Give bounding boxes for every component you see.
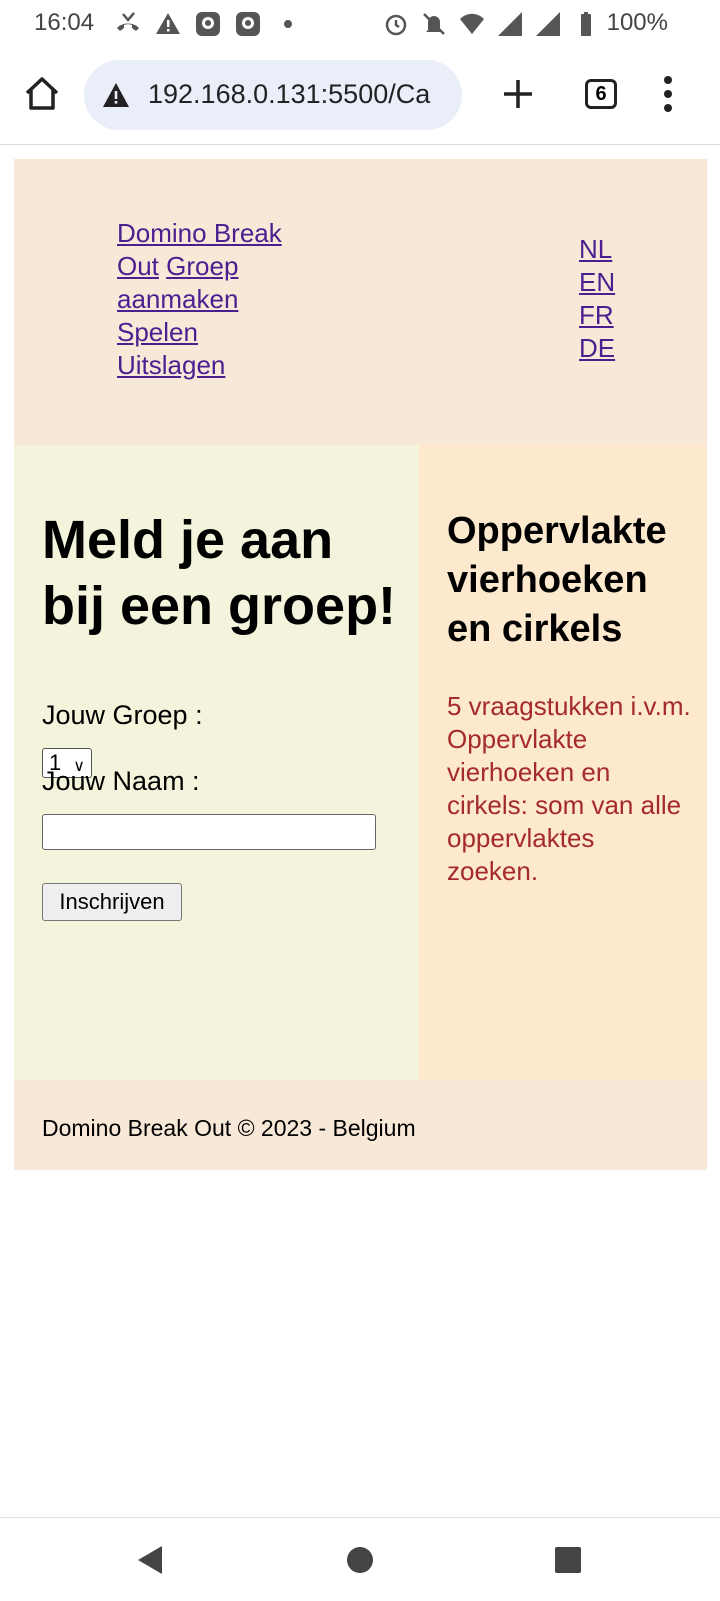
nav-link-results[interactable]: Uitslagen [117, 350, 225, 380]
site-header: Domino Break Out Groep aanmaken Spelen U… [14, 159, 707, 445]
mute-icon [423, 13, 445, 35]
tab-switcher-button[interactable]: 6 [585, 79, 617, 109]
name-input[interactable] [42, 814, 376, 850]
home-circle-icon[interactable] [340, 1540, 380, 1580]
footer-text: Domino Break Out © 2023 - Belgium [42, 1115, 416, 1141]
more-menu-icon[interactable] [660, 72, 676, 116]
warning-icon [156, 13, 180, 34]
home-icon[interactable] [22, 74, 62, 114]
browser-toolbar: 192.168.0.131:5500/Ca 6 [0, 52, 720, 145]
signal-icon [498, 12, 522, 36]
language-nav: NL EN FR DE [579, 233, 639, 365]
missed-call-icon [117, 12, 139, 31]
challenge-info: Oppervlakte vierhoeken en cirkels 5 vraa… [419, 445, 707, 1080]
status-bar: 16:04 100% [0, 0, 720, 48]
status-time: 16:04 [34, 9, 95, 36]
new-tab-icon[interactable] [498, 74, 538, 114]
system-icons [382, 10, 600, 38]
language-link-en[interactable]: EN [579, 266, 639, 299]
challenge-description: 5 vraagstukken i.v.m. Oppervlakte vierho… [447, 691, 691, 886]
address-bar[interactable]: 192.168.0.131:5500/Ca [84, 60, 462, 130]
language-link-nl[interactable]: NL [579, 233, 639, 266]
language-link-fr[interactable]: FR [579, 299, 639, 332]
site-footer: Domino Break Out © 2023 - Belgium [14, 1080, 707, 1170]
recents-icon[interactable] [548, 1540, 588, 1580]
back-icon[interactable] [132, 1540, 172, 1580]
group-label: Jouw Groep : [42, 700, 203, 730]
battery-percentage: 100% [606, 9, 668, 36]
name-label: Jouw Naam : [42, 766, 200, 796]
app-icon [236, 12, 260, 36]
system-nav-bar [0, 1517, 720, 1601]
app-icon [196, 12, 220, 36]
not-secure-warning-icon[interactable] [102, 82, 130, 108]
notification-icons [114, 10, 302, 38]
main-nav: Domino Break Out Groep aanmaken Spelen U… [117, 217, 307, 382]
signal-icon [536, 12, 560, 36]
battery-icon [581, 12, 591, 36]
registration-section: Meld je aan bij een groep! Jouw Groep : … [14, 445, 419, 1080]
url-text[interactable]: 192.168.0.131:5500/Ca [148, 79, 430, 110]
dot-icon [284, 20, 292, 28]
page-title: Meld je aan bij een groep! [42, 510, 397, 636]
nav-link-play[interactable]: Spelen [117, 317, 198, 347]
register-button[interactable]: Inschrijven [42, 883, 182, 921]
language-link-de[interactable]: DE [579, 332, 639, 365]
alarm-icon [385, 14, 407, 36]
challenge-title: Oppervlakte vierhoeken en cirkels [447, 510, 667, 650]
wifi-icon [460, 13, 484, 34]
